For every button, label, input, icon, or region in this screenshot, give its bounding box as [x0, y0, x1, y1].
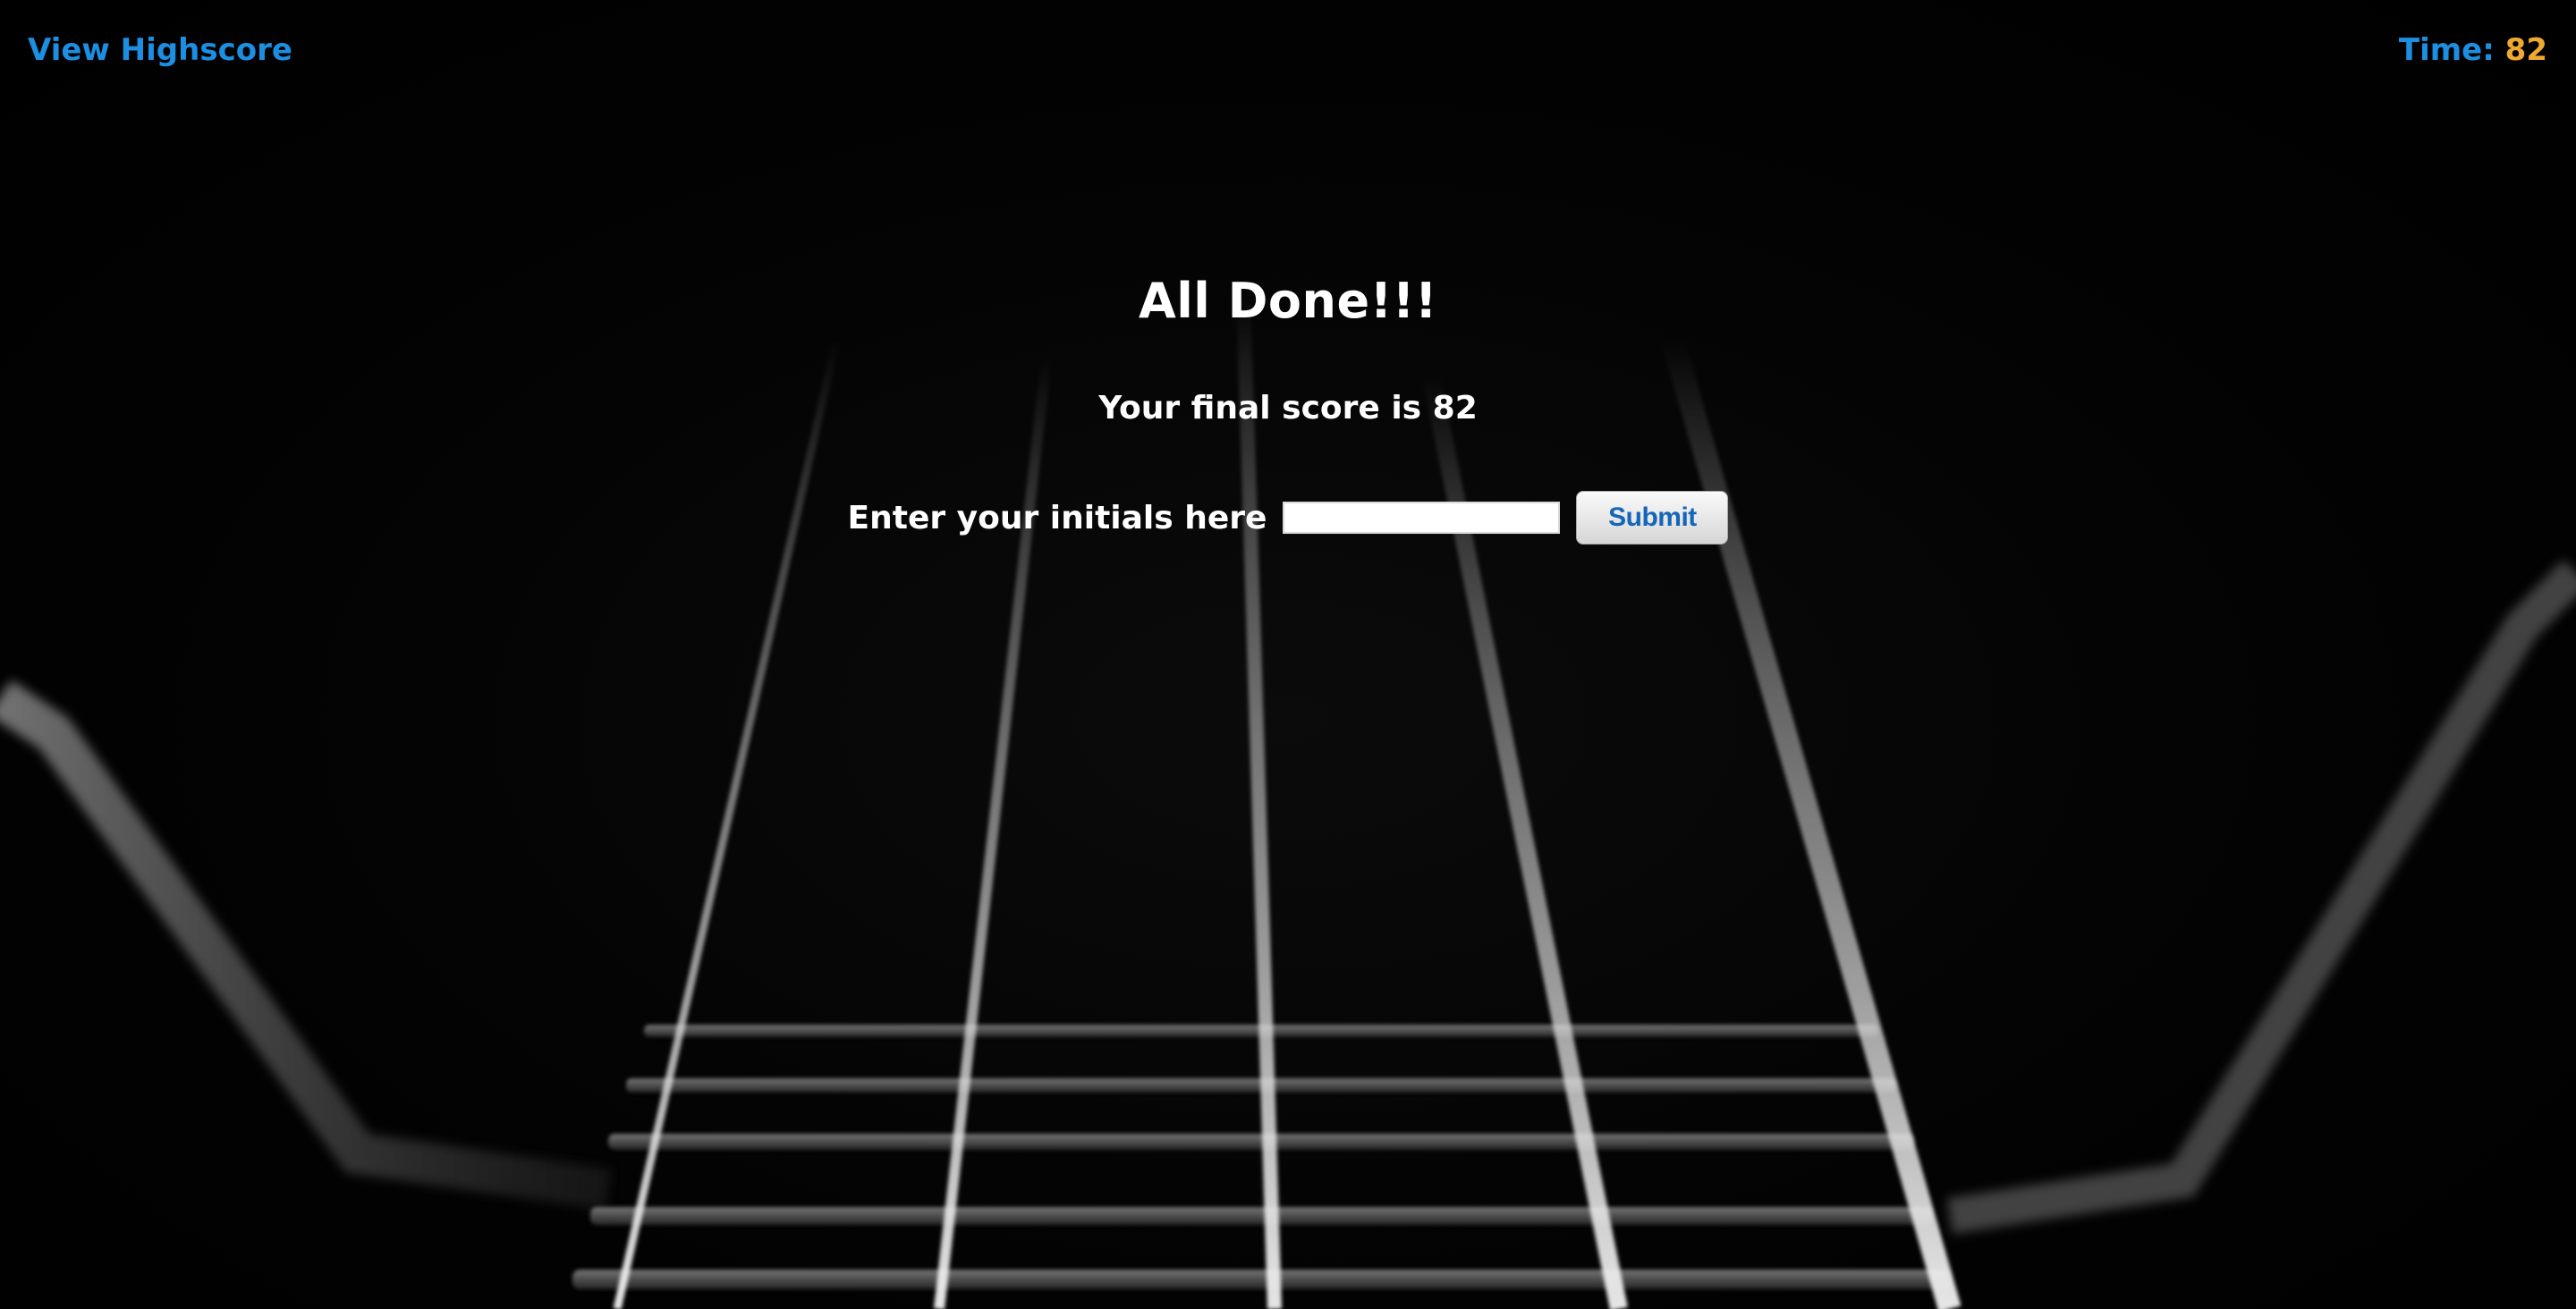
timer-label: Time: [2398, 32, 2495, 68]
view-highscore-link[interactable]: View Highscore [28, 32, 292, 68]
submit-button[interactable]: Submit [1576, 491, 1729, 545]
timer-value: 82 [2504, 32, 2547, 68]
guitar-strings-background [0, 294, 2576, 1309]
initials-label: Enter your initials here [847, 499, 1267, 536]
timer: Time: 82 [2399, 32, 2547, 68]
final-score-text: Your final score is 82 [1098, 390, 1478, 426]
results-panel: All Done!!! Your final score is 82 Enter… [0, 273, 2576, 545]
initials-form: Enter your initials here Submit [0, 491, 2576, 545]
quiz-end-screen: View Highscore Time: 82 All Done!!! Your… [0, 0, 2576, 1309]
initials-input[interactable] [1283, 502, 1561, 534]
page-title: All Done!!! [1139, 273, 1437, 329]
